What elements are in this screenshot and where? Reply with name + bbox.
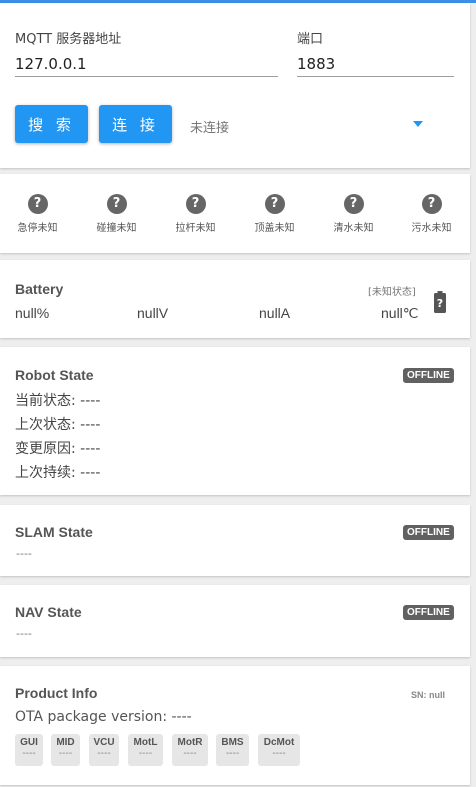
module-name: DcMot	[263, 737, 295, 748]
module-name: MotL	[133, 737, 158, 748]
slam-state-value: ----	[16, 547, 32, 560]
connect-button[interactable]: 连 接	[99, 105, 172, 143]
battery-voltage: nullV	[137, 305, 169, 321]
module-version: ----	[183, 748, 197, 759]
port-label: 端口	[297, 32, 324, 47]
connection-card: MQTT 服务器地址 端口 搜 索 连 接 未连接	[0, 3, 470, 168]
module-version: ----	[58, 748, 73, 759]
ota-version: OTA package version: ----	[15, 709, 192, 725]
sensor-item: ? 顶盖未知	[235, 192, 314, 234]
nav-state-value: ----	[16, 627, 32, 640]
battery-percent: null%	[15, 305, 50, 321]
module-name: MotR	[177, 737, 203, 748]
nav-state-title: NAV State	[15, 604, 82, 620]
product-info-title: Product Info	[15, 685, 98, 701]
last-duration: 上次持续: ----	[15, 465, 101, 481]
server-address-label: MQTT 服务器地址	[15, 32, 122, 47]
battery-temperature: null℃	[381, 305, 419, 321]
nav-state-card: NAV State OFFLINE ----	[0, 585, 470, 657]
chevron-down-icon[interactable]	[413, 121, 423, 127]
module-chip: VCU ----	[89, 734, 119, 766]
serial-number: SN: null	[411, 690, 445, 700]
battery-unknown-icon: ?	[434, 291, 446, 313]
help-circle-icon: ?	[264, 194, 285, 214]
sensors-card: ? 急停未知 ? 碰撞未知 ? 拉杆未知 ? 顶盖未知 ? 清水未知 ? 污水未…	[0, 174, 470, 253]
module-version: ----	[22, 748, 36, 759]
robot-state-card: Robot State OFFLINE 当前状态: ---- 上次状态: ---…	[0, 347, 470, 495]
product-info-card: Product Info SN: null OTA package versio…	[0, 666, 470, 785]
module-version: ----	[138, 748, 153, 759]
module-version: ----	[272, 748, 286, 759]
slam-state-card: SLAM State OFFLINE ----	[0, 505, 470, 576]
help-circle-icon: ?	[106, 194, 127, 214]
battery-status: [未知状态]	[368, 287, 416, 298]
battery-current: nullA	[259, 305, 291, 321]
svg-text:?: ?	[437, 297, 443, 310]
module-chip: MotR ----	[172, 734, 208, 766]
battery-title: Battery	[15, 281, 64, 297]
module-chip: MotL ----	[128, 734, 163, 766]
server-address-input[interactable]	[15, 51, 278, 77]
connection-status: 未连接	[190, 121, 230, 136]
sensor-item: ? 拉杆未知	[156, 192, 235, 234]
module-name: VCU	[93, 737, 115, 748]
slam-state-title: SLAM State	[15, 524, 93, 540]
change-reason: 变更原因: ----	[15, 441, 101, 457]
sensor-label: 急停未知	[17, 223, 58, 234]
last-state: 上次状态: ----	[15, 417, 101, 433]
module-chip: DcMot ----	[258, 734, 300, 766]
current-state: 当前状态: ----	[15, 393, 101, 409]
help-circle-icon: ?	[343, 194, 364, 214]
sensor-label: 顶盖未知	[254, 223, 295, 234]
search-button[interactable]: 搜 索	[15, 105, 88, 143]
robot-state-title: Robot State	[15, 367, 94, 383]
port-input[interactable]	[297, 51, 454, 77]
status-badge: OFFLINE	[403, 605, 454, 620]
sensor-label: 拉杆未知	[175, 223, 216, 234]
sensor-item: ? 急停未知	[0, 192, 77, 234]
help-circle-icon: ?	[421, 194, 442, 214]
status-badge: OFFLINE	[403, 368, 454, 383]
help-circle-icon: ?	[27, 194, 48, 214]
module-chip: GUI ----	[15, 734, 43, 766]
module-chip: MID ----	[51, 734, 80, 766]
status-badge: OFFLINE	[403, 525, 454, 540]
module-name: BMS	[221, 737, 244, 748]
module-name: MID	[56, 737, 75, 748]
sensor-label: 碰撞未知	[96, 223, 137, 234]
sensor-label: 清水未知	[333, 223, 374, 234]
sensor-item: ? 清水未知	[314, 192, 393, 234]
module-version: ----	[225, 748, 240, 759]
sensor-item: ? 碰撞未知	[77, 192, 156, 234]
module-chip: BMS ----	[216, 734, 249, 766]
sensor-label: 污水未知	[411, 223, 452, 234]
module-version: ----	[97, 748, 111, 759]
battery-card: Battery [未知状态] null% nullV nullA null℃	[0, 260, 470, 338]
module-name: GUI	[20, 737, 38, 748]
sensor-item: ? 污水未知	[392, 192, 471, 234]
help-circle-icon: ?	[185, 194, 206, 214]
